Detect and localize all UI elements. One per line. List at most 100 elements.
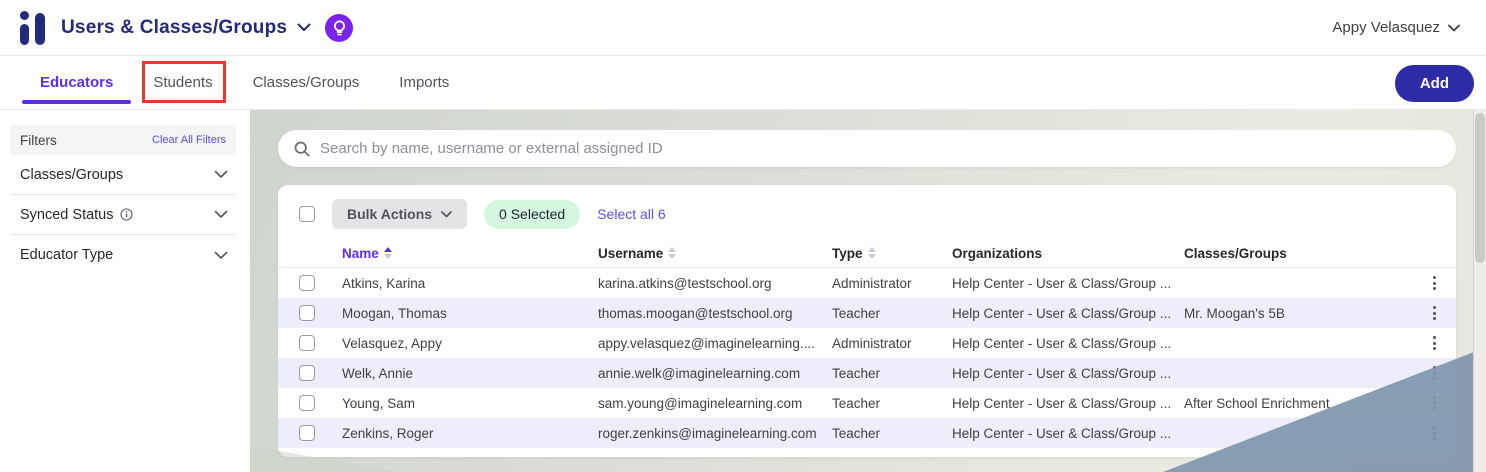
tab-bar-items: Educators Students Classes/Groups Imports (21, 56, 449, 109)
tab-students[interactable]: Students (142, 56, 226, 109)
chevron-down-icon (441, 210, 452, 217)
row-checkbox-cell (278, 425, 342, 441)
cell-name: Welk, Annie (342, 365, 414, 381)
table-row: Atkins, Karina karina.atkins@testschool.o… (278, 268, 1456, 298)
table-row: Young, Sam sam.young@imaginelearning.com T… (278, 388, 1456, 418)
row-checkbox[interactable] (299, 395, 315, 411)
cell-username: karina.atkins@testschool.org (598, 275, 772, 291)
cell-organizations: Help Center - User & Class/Group ... (952, 275, 1172, 291)
select-all-checkbox[interactable] (299, 206, 315, 222)
row-actions-kebab-icon[interactable] (1427, 302, 1442, 324)
page-title: Users & Classes/Groups (61, 16, 288, 38)
tab-label: Classes/Groups (252, 74, 360, 91)
column-header-content: Classes/Groups (1184, 246, 1402, 261)
row-checkbox[interactable] (299, 425, 315, 441)
search-input[interactable] (320, 140, 1440, 157)
results-card: Bulk Actions 0 Selected Select all 6 Nam… (278, 185, 1456, 457)
clear-all-filters-link[interactable]: Clear All Filters (152, 134, 226, 146)
chevron-down-icon (214, 251, 228, 260)
table-header-row: Name Username Type Organizations Classes/Gro… (278, 239, 1456, 268)
column-header-label: Username (598, 245, 664, 261)
tab-label: Educators (40, 74, 114, 91)
row-actions-kebab-icon[interactable] (1427, 272, 1442, 294)
select-all-link[interactable]: Select all 6 (597, 206, 665, 222)
column-header-username[interactable]: Username (598, 246, 832, 261)
info-icon (119, 208, 133, 221)
column-header-type[interactable]: Type (832, 246, 952, 261)
bulk-toolbar: Bulk Actions 0 Selected Select all 6 (278, 198, 1456, 230)
tab-imports[interactable]: Imports (399, 56, 449, 109)
row-checkbox[interactable] (299, 365, 315, 381)
row-checkbox-cell (278, 305, 342, 321)
tab-label: Imports (399, 74, 450, 91)
product-tour-button[interactable] (325, 13, 354, 42)
cell-name: Velasquez, Appy (342, 335, 442, 351)
sort-asc-arrow (383, 247, 392, 252)
chevron-down-icon (214, 210, 228, 219)
filter-label-text: Classes/Groups (20, 166, 124, 183)
tab-educators[interactable]: Educators (21, 56, 132, 109)
bulk-actions-label: Bulk Actions (347, 206, 433, 222)
cell-organizations: Help Center - User & Class/Group ... (952, 365, 1172, 381)
filters-sidebar: Filters Clear All Filters Classes/Groups… (0, 110, 250, 472)
sort-icon (668, 247, 677, 259)
row-checkbox[interactable] (299, 275, 315, 291)
scrollbar-thumb[interactable] (1475, 113, 1485, 263)
user-name: Appy Velasquez (1332, 19, 1440, 36)
cell-type: Administrator (832, 335, 912, 351)
column-header-label: Classes/Groups (1184, 245, 1287, 261)
filter-panel-header: Filters Clear All Filters (10, 125, 236, 155)
cell-type: Teacher (832, 365, 881, 381)
row-checkbox-cell (278, 365, 342, 381)
cell-organizations: Help Center - User & Class/Group ... (952, 425, 1172, 441)
filter-section-synced-status[interactable]: Synced Status (10, 195, 236, 235)
filters-title: Filters (20, 132, 57, 148)
cell-classes: Mr. Moogan's 5B (1184, 305, 1285, 321)
tab-label: Students (153, 74, 213, 91)
row-checkbox[interactable] (299, 335, 315, 351)
cell-type: Teacher (832, 425, 881, 441)
user-account-menu[interactable]: Appy Velasquez (1332, 19, 1460, 36)
main-panel: Bulk Actions 0 Selected Select all 6 Nam… (250, 110, 1486, 472)
bulk-actions-button[interactable]: Bulk Actions (332, 199, 468, 229)
selected-count-badge: 0 Selected (484, 199, 581, 229)
table-row: Welk, Annie annie.welk@imaginelearning.co… (278, 358, 1456, 388)
tab-classes-groups[interactable]: Classes/Groups (253, 56, 360, 109)
column-header-name[interactable]: Name (342, 246, 598, 261)
table-row: Velasquez, Appy appy.velasquez@imaginelea… (278, 328, 1456, 358)
cell-name: Zenkins, Roger (342, 425, 434, 441)
filter-section-classes-groups[interactable]: Classes/Groups (10, 155, 236, 195)
column-header-label: Name (342, 245, 379, 261)
table-body: Atkins, Karina karina.atkins@testschool.o… (278, 268, 1456, 448)
scrollbar-track[interactable] (1473, 110, 1486, 472)
cell-username: thomas.moogan@testschool.org (598, 305, 793, 321)
chevron-down-icon (1448, 24, 1460, 31)
column-header-label: Type (832, 245, 863, 261)
filter-panel: Filters Clear All Filters Classes/Groups… (10, 125, 236, 275)
column-header-content: Type (832, 246, 942, 261)
column-header-content: Name (342, 246, 588, 261)
row-actions-kebab-icon[interactable] (1427, 332, 1442, 354)
table-row: Moogan, Thomas thomas.moogan@testschool.o… (278, 298, 1456, 328)
filter-section-educator-type[interactable]: Educator Type (10, 235, 236, 275)
row-checkbox[interactable] (299, 305, 315, 321)
cell-username: annie.welk@imaginelearning.com (598, 365, 801, 381)
title-dropdown-chevron-icon[interactable] (297, 23, 311, 32)
content-area: Filters Clear All Filters Classes/Groups… (0, 110, 1486, 472)
cell-type: Administrator (832, 275, 912, 291)
sort-asc-arrow (867, 247, 876, 252)
tab-bar: Educators Students Classes/Groups Imports A… (0, 56, 1486, 110)
chevron-down-icon (214, 170, 228, 179)
cell-organizations: Help Center - User & Class/Group ... (952, 335, 1172, 351)
sort-icon (383, 247, 392, 259)
sort-asc-arrow (668, 247, 677, 252)
cell-name: Young, Sam (342, 395, 416, 411)
row-menu-cell (1412, 302, 1456, 324)
column-header-organizations: Organizations (952, 246, 1184, 261)
filter-section-label: Educator Type (20, 247, 113, 263)
cell-type: Teacher (832, 305, 881, 321)
sort-icon (867, 247, 876, 259)
add-button[interactable]: Add (1394, 65, 1474, 102)
filter-section-label: Classes/Groups (20, 167, 123, 183)
cell-organizations: Help Center - User & Class/Group ... (952, 395, 1172, 411)
